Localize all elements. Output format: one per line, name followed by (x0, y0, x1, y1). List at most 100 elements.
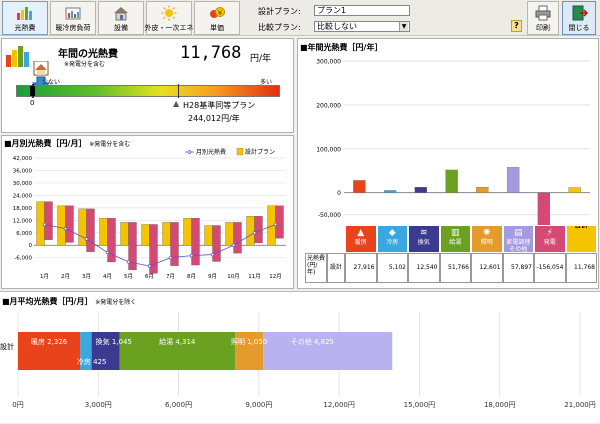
line-point-7 (189, 253, 194, 258)
legend-plan-swatch (236, 148, 244, 156)
category-header-2: ≋ 換気 (408, 225, 440, 253)
generation-bar-1 (65, 205, 74, 243)
tab-heating-load[interactable]: 暖冷房負荷 (50, 1, 96, 35)
x-tick-label: 12,000円 (323, 401, 355, 409)
category-header-5: ▤ 家電調理その他 (502, 225, 534, 253)
tab-unit-price[interactable]: ¥ 単価 (194, 1, 240, 35)
help-button[interactable]: ? (511, 20, 522, 32)
tab-energy-cost[interactable]: 光熱費 (2, 1, 48, 35)
line-point-10 (252, 231, 257, 235)
category-table: 光熱費(円/年) 設計 ▲ 暖房 27,916 ◆ 冷房 5,102 ≋ 換気 12,540 ▥ 給… (305, 225, 597, 285)
house-equipment-icon (114, 7, 128, 21)
plan-bar-4 (120, 222, 129, 246)
chevron-down-icon: ▼ (399, 22, 408, 31)
close-button[interactable]: 閉じる (562, 1, 596, 35)
cost-row-header: 光熱費(円/年) (305, 253, 327, 283)
plan-bar-7 (183, 218, 192, 246)
y-tick-label: 200,000 (316, 102, 341, 109)
y-tick-label: 6,000 (16, 231, 32, 237)
tab-equipment[interactable]: 設備 (98, 1, 144, 35)
ventilation-icon: ≋ (419, 228, 428, 238)
x-tick-label: 7月 (166, 273, 175, 280)
category-label: 合計 (574, 225, 589, 229)
line-point-8 (210, 252, 215, 257)
toolbar: 光熱費 暖冷房負荷 設備 外皮・一次エネ ¥ 単価 設計プラン: プラン1 比較… (0, 0, 600, 36)
scale-zero-label: 0 (30, 99, 35, 107)
category-value-6: -156,054 (534, 253, 566, 283)
bar-7 (568, 187, 581, 193)
benchmark-line (178, 84, 179, 98)
x-tick-label: 8月 (187, 273, 196, 280)
y-tick-label: 100,000 (316, 146, 341, 153)
annual-cost-chart: 300,000 200,000 100,000 0 -50,000 (316, 59, 590, 225)
close-label: 閉じる (568, 24, 590, 32)
y-tick-label: 30,000 (13, 181, 33, 187)
plan-bar-10 (246, 216, 255, 246)
heating-load-icon (65, 7, 81, 20)
x-tick-label: 15,000円 (404, 401, 436, 409)
y-tick-label: 0 (337, 190, 341, 197)
annual-chart-panel: ■年間光熱費［円/年］ 300,000 200,000 100,000 0 -50,00… (297, 38, 599, 289)
help-icon: ? (514, 21, 519, 30)
line-point-6 (168, 255, 173, 260)
bar-3 (445, 169, 458, 193)
category-value-2: 12,540 (408, 253, 440, 283)
line-point-11 (273, 222, 278, 227)
annual-cost-title: 年間の光熱費 (58, 49, 118, 60)
monthly-chart-title-text: ■月別光熱費［円/月］ (4, 139, 87, 148)
y-tick-label: 18,000 (13, 206, 33, 212)
plan-bar-8 (204, 225, 213, 246)
category-header-7: 合計 (565, 225, 597, 253)
legend-line-point (187, 150, 192, 154)
print-button[interactable]: 印刷 (527, 1, 559, 35)
bar-5 (506, 167, 520, 193)
category-value-1: 5,102 (376, 253, 408, 283)
avg-chart-title-text: ■月平均光熱費［円/月］ (2, 297, 93, 306)
benchmark-triangle-icon: ▲ (173, 99, 180, 108)
generation-bar-6 (170, 222, 179, 266)
x-tick-label: 3月 (82, 273, 91, 280)
design-plan-field[interactable]: プラン1 (314, 5, 410, 16)
x-tick-label: 2月 (61, 273, 70, 280)
avg-monthly-chart: 0円 3,000円 6,000円 9,000円 12,000円 15,000円 18,000… (0, 312, 596, 409)
line-point-4 (126, 260, 131, 264)
avg-chart-note: ※発電分を除く (95, 299, 137, 306)
category-label: 換気 (417, 239, 430, 246)
compare-plan-select[interactable]: 比較しない ▼ (314, 21, 410, 32)
tab-unit-price-label: 単価 (210, 24, 224, 32)
monthly-chart-note: ※発電分を含む (89, 141, 131, 148)
lighting-icon: ✺ (482, 228, 491, 238)
line-point-5 (147, 264, 152, 268)
y-tick-label: 0 (29, 243, 33, 249)
design-plan-header: 設計 (327, 253, 345, 283)
plan-bar-9 (225, 222, 234, 246)
cost-scale-bar (16, 85, 280, 97)
x-tick-label: 10月 (227, 273, 240, 280)
exit-door-icon (572, 5, 588, 21)
category-header-0: ▲ 暖房 (345, 225, 377, 253)
x-tick-label: 9月 (208, 273, 217, 280)
tab-envelope-primary-energy[interactable]: 外皮・一次エネ (144, 1, 194, 35)
tab-envelope-label: 外皮・一次エネ (144, 24, 194, 32)
compare-plan-label: 比較プラン: (258, 23, 301, 32)
x-tick-label: 6月 (145, 273, 154, 280)
generation-bar-8 (212, 225, 221, 262)
category-label: 給湯 (449, 239, 462, 246)
category-header-3: ▥ 給湯 (439, 225, 471, 253)
category-value-0: 27,916 (345, 253, 377, 283)
segment-label-5: その他 4,825 (291, 337, 334, 346)
category-header-4: ✺ 照明 (471, 225, 503, 253)
yen-price-icon: ¥ (210, 7, 225, 18)
bar-1 (383, 190, 397, 193)
category-value-4: 12,601 (471, 253, 503, 283)
y-tick-label: 12,000 (13, 218, 33, 224)
plan-bar-5 (141, 224, 150, 246)
segment-label-2: 換気 1,045 (96, 337, 132, 346)
category-header-1: ◆ 冷房 (376, 225, 408, 253)
generation-bar-2 (86, 208, 95, 252)
y-tick-label: 36,000 (13, 168, 33, 174)
plan-bar-1 (57, 205, 66, 246)
tab-heating-load-label: 暖冷房負荷 (55, 24, 91, 32)
generation-bar-9 (233, 222, 242, 254)
generation-bar-0 (44, 201, 53, 240)
